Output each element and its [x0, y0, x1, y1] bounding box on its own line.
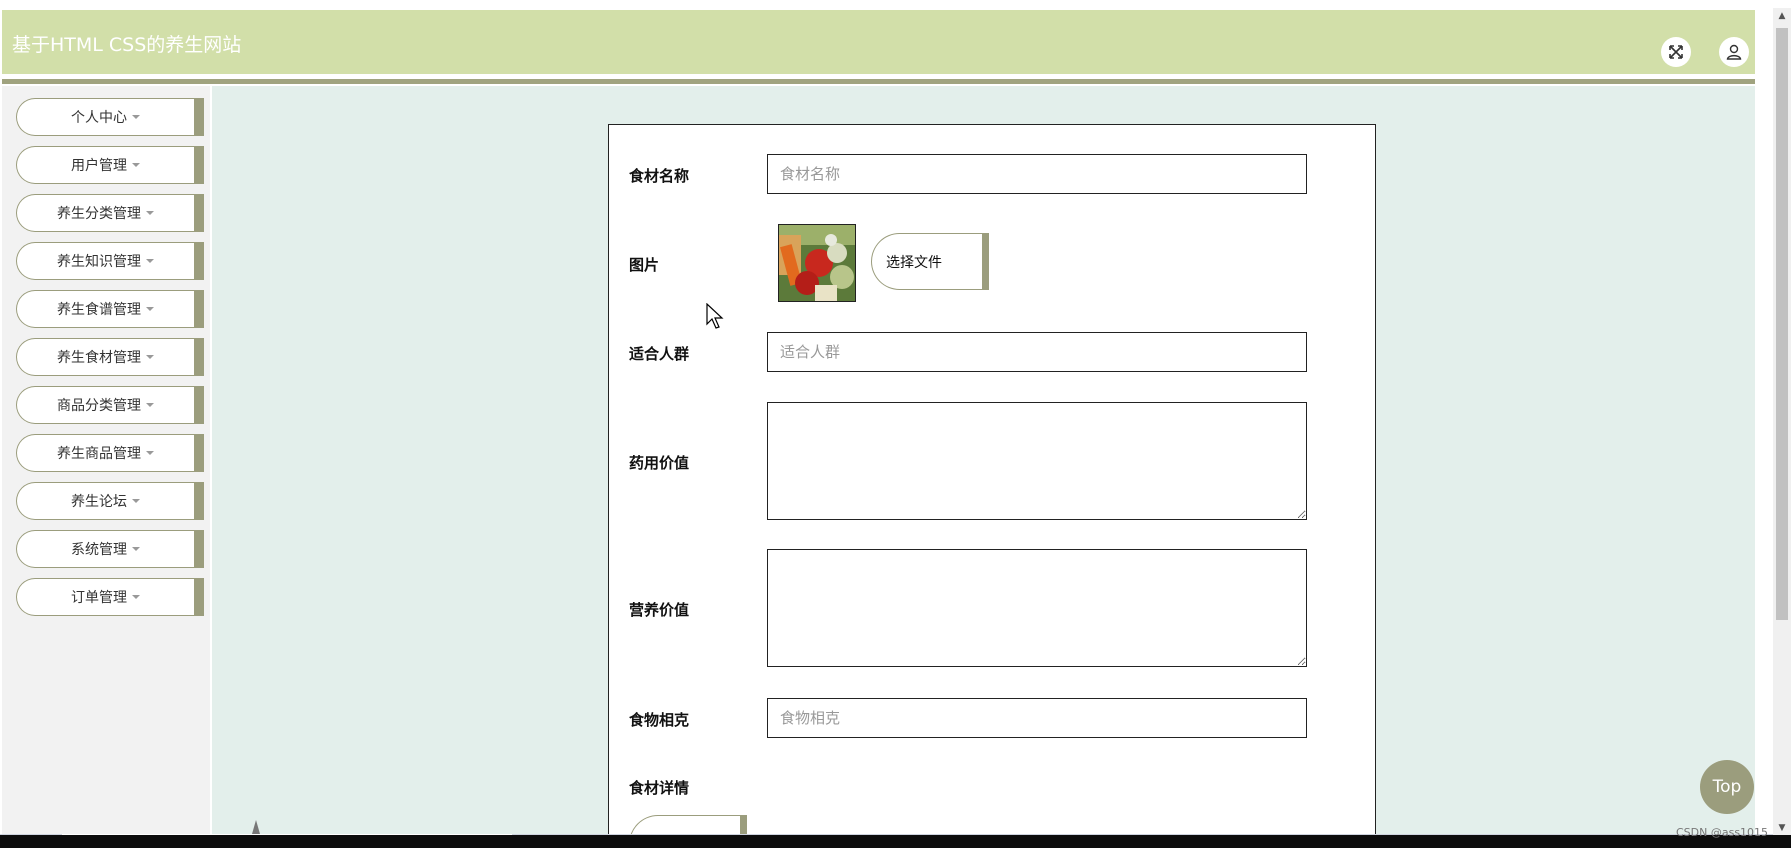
- sidebar-item-label: 个人中心: [71, 110, 127, 126]
- sidebar-item-label: 订单管理: [71, 590, 127, 606]
- watermark: CSDN @ass1015: [1676, 826, 1769, 839]
- sidebar-item-product-management[interactable]: 养生商品管理: [16, 434, 204, 472]
- sidebar-item-label: 用户管理: [71, 158, 127, 174]
- sidebar-item-label: 养生分类管理: [57, 206, 141, 222]
- sidebar-item-label: 养生食谱管理: [57, 302, 141, 318]
- chevron-down-icon: [132, 595, 140, 599]
- sidebar-item-label: 养生论坛: [71, 494, 127, 510]
- chevron-down-icon: [146, 307, 154, 311]
- nutrition-value-textarea[interactable]: [767, 549, 1307, 667]
- site-title: 基于HTML CSS的养生网站: [12, 34, 242, 56]
- scroll-down-icon[interactable]: ▼: [1776, 822, 1788, 834]
- sidebar-item-product-category[interactable]: 商品分类管理: [16, 386, 204, 424]
- sidebar-item-label: 系统管理: [71, 542, 127, 558]
- sidebar-item-order-management[interactable]: 订单管理: [16, 578, 204, 616]
- chevron-down-icon: [132, 163, 140, 167]
- medicinal-label: 药用价值: [629, 454, 690, 472]
- chevron-down-icon: [146, 259, 154, 263]
- vertical-scrollbar[interactable]: ▲ ▼: [1773, 8, 1791, 840]
- choose-file-button[interactable]: 选择文件: [871, 233, 989, 290]
- image-label: 图片: [629, 256, 660, 274]
- sidebar-item-label: 养生食材管理: [57, 350, 141, 366]
- back-to-top-button[interactable]: Top: [1700, 760, 1754, 814]
- chevron-down-icon: [132, 547, 140, 551]
- user-button[interactable]: [1719, 37, 1749, 67]
- crowd-label: 适合人群: [629, 345, 690, 363]
- chevron-down-icon: [132, 499, 140, 503]
- top-header: 基于HTML CSS的养生网站: [2, 10, 1755, 74]
- incompatibility-label: 食物相克: [629, 711, 690, 729]
- sidebar-item-user-management[interactable]: 用户管理: [16, 146, 204, 184]
- chevron-down-icon: [146, 403, 154, 407]
- nutrition-label: 营养价值: [629, 601, 690, 619]
- fullscreen-icon: [1669, 45, 1683, 59]
- mouse-cursor-icon: [706, 303, 724, 329]
- name-label: 食材名称: [629, 167, 690, 185]
- food-incompatibility-input[interactable]: [767, 698, 1307, 738]
- scroll-up-icon[interactable]: ▲: [1776, 10, 1788, 22]
- sidebar-item-label: 商品分类管理: [57, 398, 141, 414]
- medicinal-value-textarea[interactable]: [767, 402, 1307, 520]
- sidebar-item-recipe-management[interactable]: 养生食谱管理: [16, 290, 204, 328]
- scrollbar-thumb[interactable]: [1776, 28, 1788, 620]
- ingredient-form: 食材名称 图片 选择文件 适合人群 药用价值 营养价值 食物相克 食材详情: [608, 124, 1376, 848]
- detail-label: 食材详情: [629, 779, 690, 797]
- ingredient-name-input[interactable]: [767, 154, 1307, 194]
- arrow-marker-icon: [252, 820, 260, 834]
- chevron-down-icon: [146, 355, 154, 359]
- ingredient-image-thumbnail: [778, 224, 856, 302]
- suitable-crowd-input[interactable]: [767, 332, 1307, 372]
- sidebar-item-category-management[interactable]: 养生分类管理: [16, 194, 204, 232]
- chevron-down-icon: [146, 211, 154, 215]
- header-divider: [2, 79, 1755, 84]
- taskbar-edge: [0, 835, 1791, 848]
- sidebar-item-system-management[interactable]: 系统管理: [16, 530, 204, 568]
- fullscreen-button[interactable]: [1661, 37, 1691, 67]
- chevron-down-icon: [132, 115, 140, 119]
- sidebar-item-personal-center[interactable]: 个人中心: [16, 98, 204, 136]
- sidebar: 个人中心 用户管理 养生分类管理 养生知识管理 养生食谱管理 养生食材管理 商品…: [2, 86, 210, 836]
- sidebar-item-ingredient-management[interactable]: 养生食材管理: [16, 338, 204, 376]
- chevron-down-icon: [146, 451, 154, 455]
- sidebar-item-label: 养生知识管理: [57, 254, 141, 270]
- sidebar-item-label: 养生商品管理: [57, 446, 141, 462]
- sidebar-item-knowledge-management[interactable]: 养生知识管理: [16, 242, 204, 280]
- sidebar-item-forum[interactable]: 养生论坛: [16, 482, 204, 520]
- user-icon: [1726, 44, 1742, 60]
